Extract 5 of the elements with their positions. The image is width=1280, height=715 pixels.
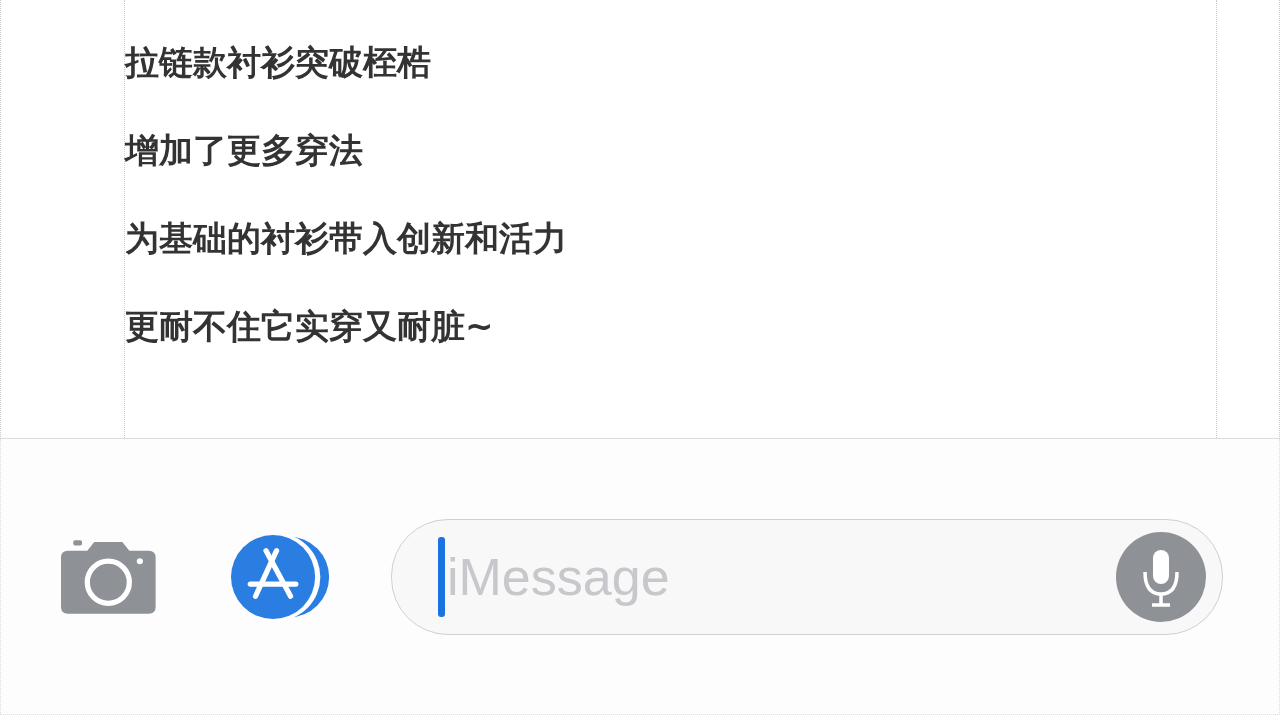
message-text: 增加了更多穿法 [125,129,364,172]
message-text: 更耐不住它实穿又耐脏~ [125,305,495,348]
message-text: 拉链款衬衫突破桎梏 [125,41,432,84]
microphone-icon[interactable] [1116,531,1206,622]
message-text: 为基础的衬衫带入创新和活力 [125,217,568,260]
